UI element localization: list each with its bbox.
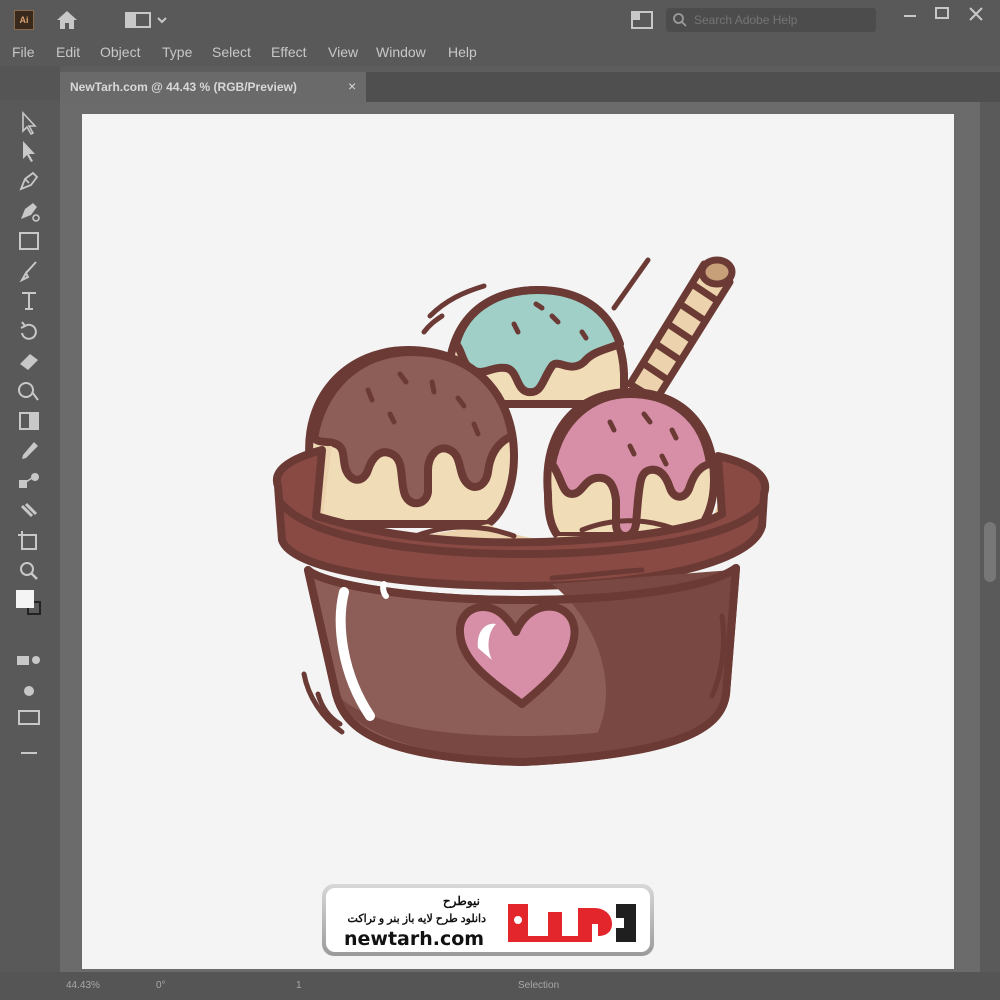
eraser-tool[interactable] <box>14 348 44 374</box>
zoom-tool[interactable] <box>14 558 44 584</box>
symbol-sprayer-tool[interactable] <box>14 498 44 524</box>
rotation-value[interactable]: 0° <box>156 980 166 991</box>
vertical-scrollbar[interactable] <box>980 102 1000 972</box>
menu-window[interactable]: Window <box>376 44 426 60</box>
fill-stroke-swatch[interactable] <box>14 590 44 616</box>
workspace-icon[interactable] <box>124 10 172 30</box>
document-tab-bar: NewTarh.com @ 44.43 % (RGB/Preview) × <box>60 72 1000 102</box>
document-tab-label: NewTarh.com @ 44.43 % (RGB/Preview) <box>70 80 297 94</box>
menu-bar: File Edit Object Type Select Effect View… <box>0 40 1000 66</box>
status-bar: 44.43% 0° 1 Selection <box>0 972 1000 1000</box>
search-box[interactable] <box>666 8 876 32</box>
arrange-icon[interactable] <box>630 10 654 30</box>
type-tool[interactable] <box>14 288 44 314</box>
current-tool[interactable]: Selection <box>518 980 559 991</box>
app-logo: Ai <box>14 10 34 30</box>
more-tools-icon[interactable] <box>14 740 44 766</box>
rectangle-tool[interactable] <box>14 228 44 254</box>
canvas-area[interactable] <box>60 102 980 972</box>
watermark-brand: نیوطرح <box>442 894 480 908</box>
newtarh-watermark: نیوطرح دانلود طرح لایه باز بنر و تراکت n… <box>322 884 654 956</box>
draw-mode[interactable] <box>14 648 44 674</box>
pen-tool[interactable] <box>14 168 44 194</box>
watermark-domain: newtarh.com <box>344 928 485 950</box>
screen-mode[interactable] <box>14 678 44 704</box>
blend-tool[interactable] <box>14 468 44 494</box>
shape-builder-tool[interactable] <box>14 378 44 404</box>
curvature-tool[interactable] <box>14 198 44 224</box>
newtarh-logo <box>508 904 636 942</box>
artboard-tool[interactable] <box>14 528 44 554</box>
search-icon <box>673 13 687 27</box>
chocolate-scoop <box>305 346 518 528</box>
title-bar: Ai <box>0 0 1000 40</box>
pink-scoop <box>543 388 718 540</box>
ice-cream-cup-illustration[interactable] <box>252 224 772 784</box>
menu-help[interactable]: Help <box>448 44 477 60</box>
cup-body <box>301 564 740 766</box>
menu-edit[interactable]: Edit <box>56 44 80 60</box>
menu-type[interactable]: Type <box>162 44 192 60</box>
scroll-thumb[interactable] <box>984 522 996 582</box>
selection-tool[interactable] <box>14 110 44 136</box>
menu-effect[interactable]: Effect <box>271 44 307 60</box>
close-icon[interactable] <box>966 4 986 24</box>
watermark-tagline: دانلود طرح لایه باز بنر و تراکت <box>347 913 486 925</box>
home-icon[interactable] <box>54 8 80 32</box>
minimize-icon[interactable] <box>900 4 920 24</box>
wafer-stick <box>611 256 736 404</box>
artboard[interactable] <box>82 114 954 969</box>
search-input[interactable] <box>694 8 870 32</box>
document-tab[interactable]: NewTarh.com @ 44.43 % (RGB/Preview) × <box>60 72 366 102</box>
zoom-level[interactable]: 44.43% <box>66 980 100 991</box>
artboard-number[interactable]: 1 <box>296 980 302 991</box>
rotate-tool[interactable] <box>14 318 44 344</box>
gradient-tool[interactable] <box>14 408 44 434</box>
menu-view[interactable]: View <box>328 44 358 60</box>
menu-select[interactable]: Select <box>212 44 251 60</box>
restore-icon[interactable] <box>932 4 952 24</box>
tab-close-icon[interactable]: × <box>348 78 356 94</box>
menu-object[interactable]: Object <box>100 44 140 60</box>
eyedropper-tool[interactable] <box>14 438 44 464</box>
paintbrush-tool[interactable] <box>14 258 44 284</box>
direct-selection-tool[interactable] <box>14 138 44 164</box>
tools-panel <box>0 100 60 980</box>
menu-file[interactable]: File <box>12 44 35 60</box>
edit-toolbar[interactable] <box>14 704 44 730</box>
